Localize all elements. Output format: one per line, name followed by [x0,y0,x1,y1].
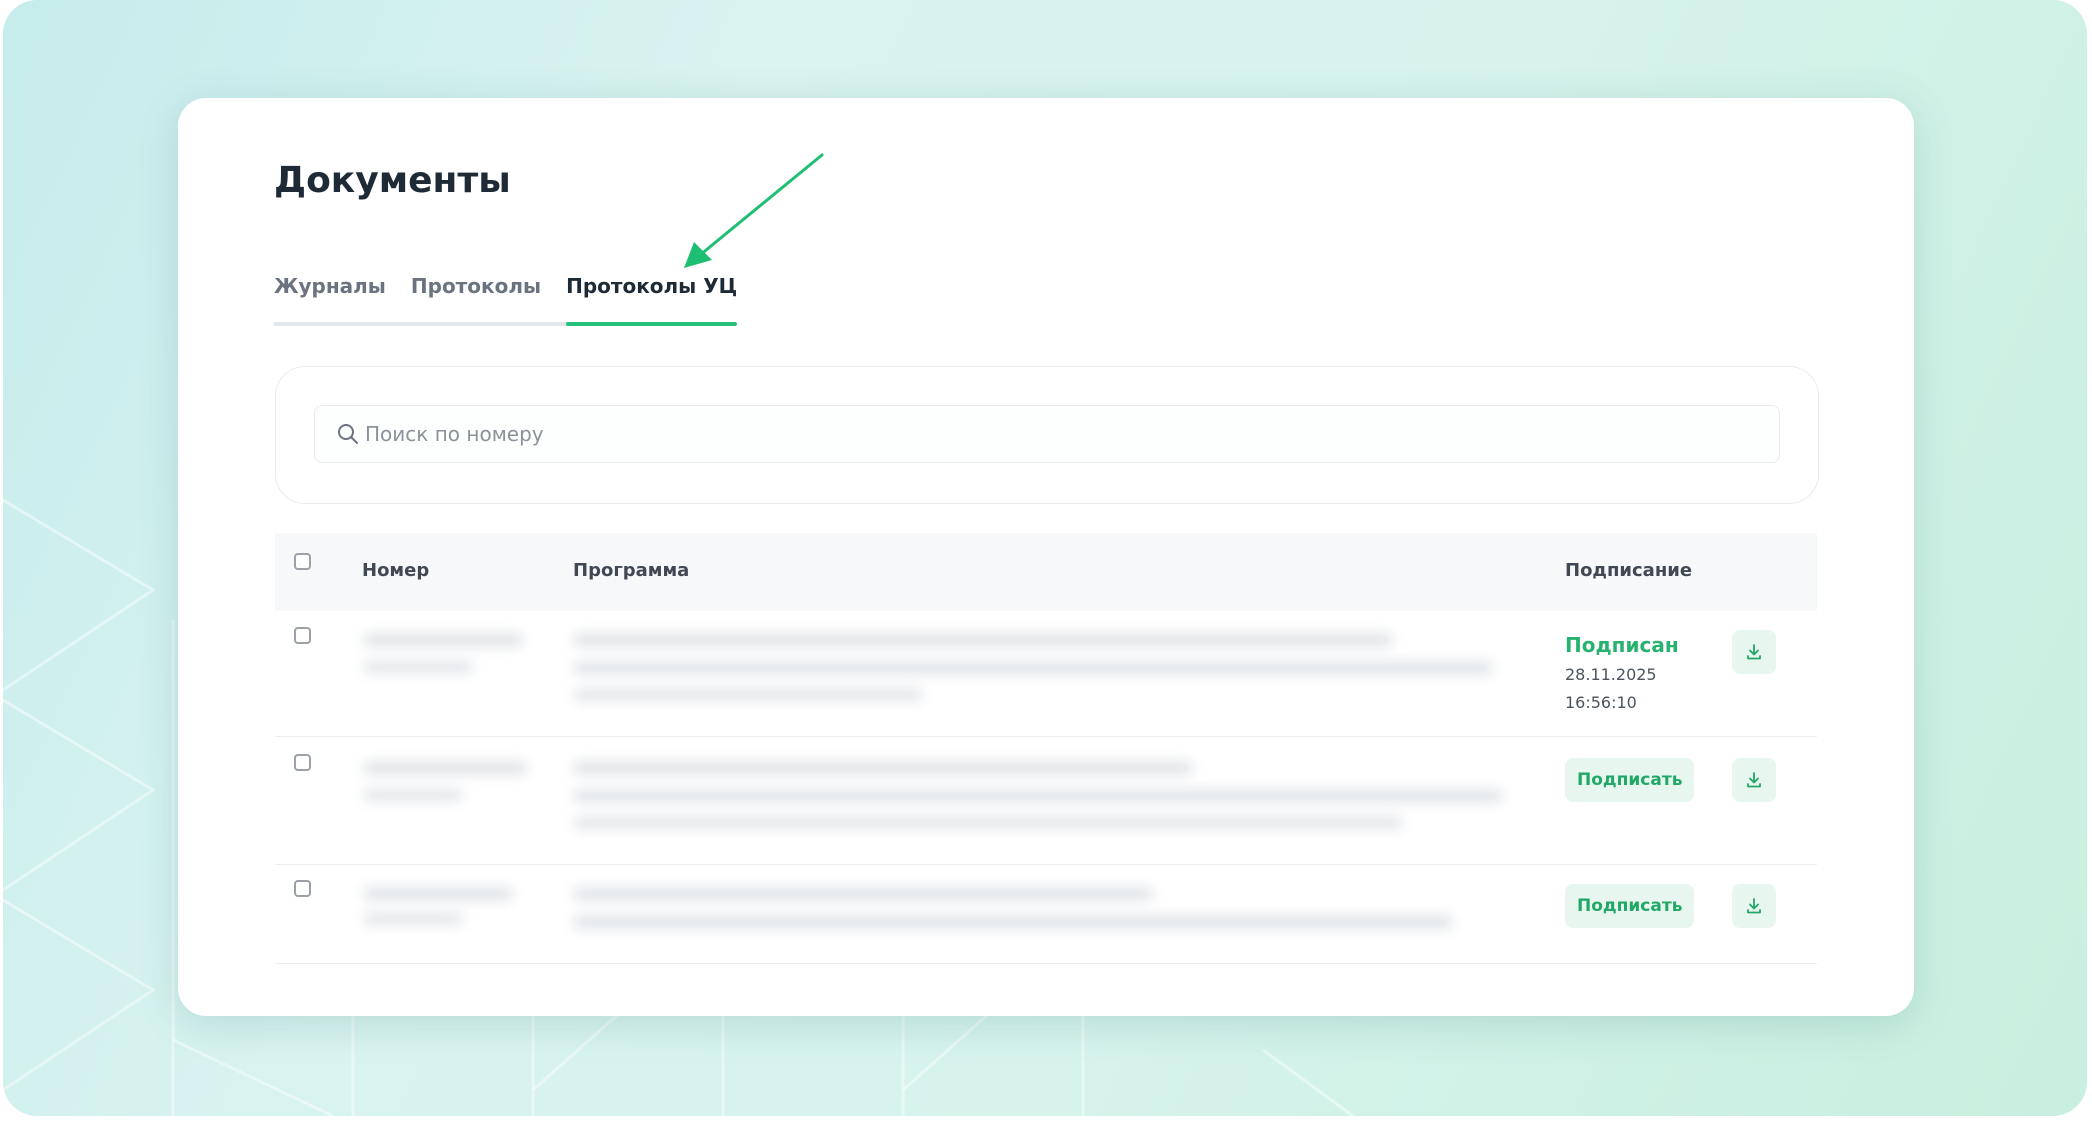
signed-time: 16:56:10 [1565,693,1637,712]
sign-button[interactable]: Подписать [1565,884,1695,928]
search-icon [337,423,359,445]
number-redacted [363,913,463,925]
status-signed: Подписан [1565,633,1679,657]
search-panel [275,366,1819,504]
program-redacted [573,887,1153,901]
row-checkbox[interactable] [294,754,311,771]
table-row: Подписать [275,865,1817,964]
program-redacted [573,633,1393,647]
tabs-bar: Журналы Протоколы Протоколы УЦ [274,274,738,326]
download-button[interactable] [1732,758,1776,802]
row-checkbox[interactable] [294,880,311,897]
row-checkbox[interactable] [294,627,311,644]
program-redacted [573,915,1453,929]
download-button[interactable] [1732,630,1776,674]
number-redacted [363,761,528,775]
download-icon [1747,644,1761,660]
download-icon [1747,772,1761,788]
tab-protocols[interactable]: Протоколы [411,274,541,322]
number-redacted [363,887,513,901]
program-redacted [573,689,923,701]
table-row: Подписать [275,737,1817,865]
column-header-signing: Подписание [1565,560,1693,581]
tab-protocols-uc[interactable]: Протоколы УЦ [566,274,738,326]
tab-journals[interactable]: Журналы [274,274,386,322]
column-header-program: Программа [573,560,690,581]
number-redacted [363,661,473,673]
search-input[interactable] [363,421,1747,447]
download-button[interactable] [1732,884,1776,928]
sign-button[interactable]: Подписать [1565,758,1695,802]
column-header-number: Номер [362,560,430,581]
select-all-checkbox[interactable] [294,553,311,570]
table-row: Подписан 28.11.2025 16:56:10 [275,611,1817,737]
search-box[interactable] [314,405,1780,463]
number-redacted [363,633,523,647]
table-header: Номер Программа Подписание [275,533,1817,611]
page-title: Документы [274,160,511,201]
program-redacted [573,661,1493,675]
program-redacted [573,789,1503,803]
program-redacted [573,817,1403,829]
signed-date: 28.11.2025 [1565,665,1657,684]
program-redacted [573,761,1193,775]
number-redacted [363,789,463,801]
download-icon [1747,898,1761,914]
